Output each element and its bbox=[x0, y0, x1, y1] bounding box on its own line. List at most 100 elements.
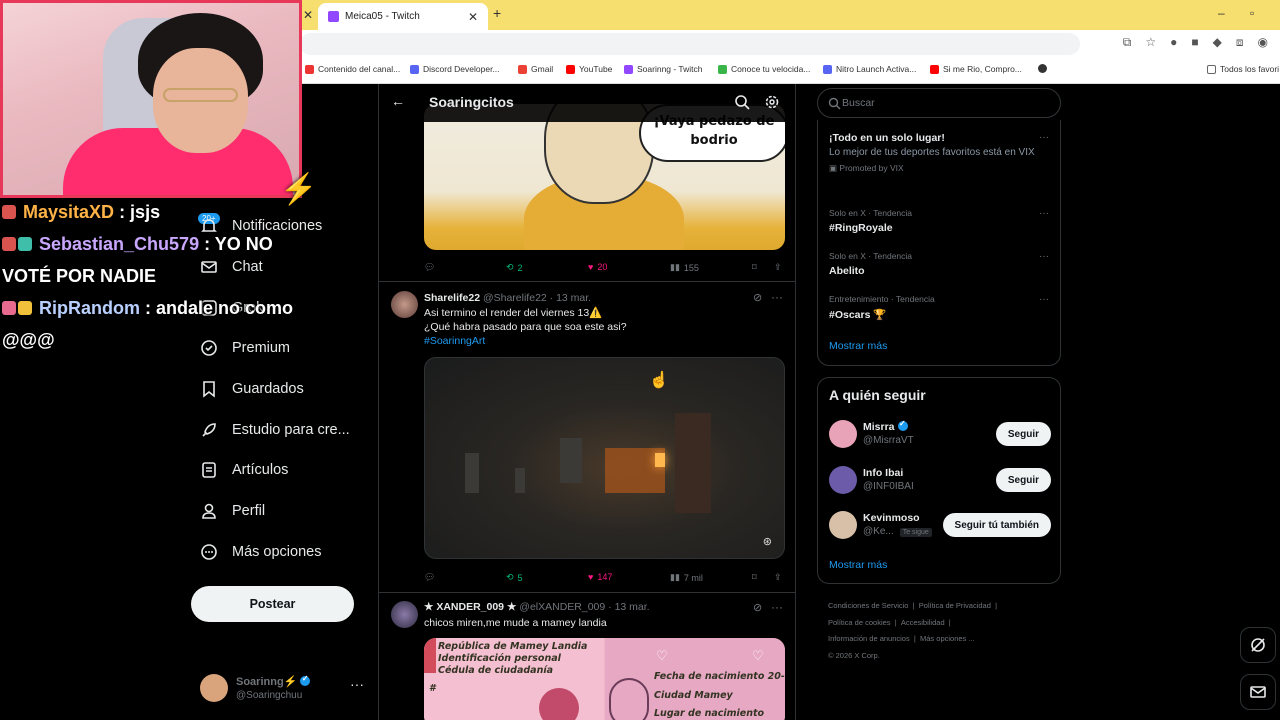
trend-promoted[interactable]: ¡Todo en un solo lugar! Lo mejor de tus … bbox=[829, 132, 1049, 174]
trend-item[interactable]: Entretenimiento · Tendencia #Oscars 🏆 ··… bbox=[829, 294, 1049, 321]
alt-icon[interactable]: ⊛ bbox=[763, 535, 772, 548]
post-author[interactable]: Sharelife22 @Sharelife22 · 13 mar. bbox=[424, 292, 591, 304]
account-switcher[interactable]: Soarinng⚡ @Soaringchuu ··· bbox=[198, 672, 368, 708]
star-icon[interactable]: ☆ bbox=[1145, 35, 1156, 50]
follow-suggestion[interactable]: Kevinmoso @Ke... Te sigue Seguir tú tambi… bbox=[829, 511, 1051, 545]
install-icon[interactable]: ⧉ bbox=[1123, 35, 1132, 50]
more-icon[interactable]: ··· bbox=[771, 600, 783, 614]
card-text: Ciudad Mamey bbox=[654, 690, 733, 701]
footer-link[interactable]: Información de anuncios bbox=[828, 634, 910, 643]
bookmark-item[interactable]: Discord Developer... bbox=[410, 64, 500, 74]
post-actions: 💬︎ ⟲ 5 ♥ 147 ▮▮ 7 mil ⌑ ⇪ bbox=[424, 569, 787, 589]
minimize-button[interactable]: – bbox=[1218, 6, 1225, 20]
tab-close-icon[interactable]: ✕ bbox=[303, 8, 313, 22]
more-icon[interactable]: ··· bbox=[1039, 251, 1049, 262]
retweet-button[interactable]: ⟲ 2 bbox=[506, 262, 523, 273]
more-icon[interactable]: ··· bbox=[350, 676, 364, 692]
follow-suggestion[interactable]: Misrra @MisrraVT Seguir bbox=[829, 419, 1051, 454]
footer-link[interactable]: Política de Privacidad bbox=[919, 601, 991, 610]
trend-item[interactable]: Solo en X · Tendencia Abelito ··· bbox=[829, 251, 1049, 277]
bookmark-item[interactable]: Conoce tu velocida... bbox=[718, 64, 810, 74]
bookmark-item[interactable]: Gmail bbox=[518, 64, 553, 74]
views-count[interactable]: ▮▮ 7 mil bbox=[670, 572, 703, 583]
messages-button[interactable] bbox=[1240, 674, 1276, 710]
search-icon[interactable] bbox=[734, 94, 750, 110]
hashtag-link[interactable]: #SoarinngArt bbox=[424, 334, 485, 348]
chat-message: MaysitaXD : jsjs bbox=[2, 196, 302, 228]
more-icon[interactable]: ··· bbox=[771, 290, 783, 304]
bookmark-icon[interactable]: ⌑ bbox=[752, 572, 757, 583]
avatar[interactable] bbox=[829, 466, 857, 494]
follow-suggestion[interactable]: Info Ibai @INF0IBAI Seguir bbox=[829, 466, 1051, 500]
gear-icon[interactable] bbox=[764, 94, 780, 110]
post-author[interactable]: ★ XANDER_009 ★ @elXANDER_009 · 13 mar. bbox=[424, 601, 650, 613]
more-icon[interactable]: ··· bbox=[1039, 132, 1049, 143]
nav-estudio[interactable]: Estudio para cre... bbox=[200, 415, 350, 445]
back-arrow-icon[interactable]: ← bbox=[391, 93, 405, 109]
search-input[interactable]: Buscar bbox=[817, 88, 1061, 118]
nav-articulos[interactable]: Artículos bbox=[200, 455, 288, 485]
trend-description: Lo mejor de tus deportes favoritos está … bbox=[829, 147, 1035, 158]
chat-username: MaysitaXD bbox=[23, 202, 115, 222]
avatar[interactable] bbox=[391, 291, 418, 318]
post-image[interactable]: ⊛ bbox=[424, 357, 785, 559]
post-image[interactable]: ¡Vaya pedazo de bodrio bbox=[424, 104, 785, 250]
views-count[interactable]: ▮▮ 155 bbox=[670, 262, 699, 273]
retweet-button[interactable]: ⟲ 5 bbox=[506, 572, 523, 583]
avatar[interactable] bbox=[391, 601, 418, 628]
nav-perfil[interactable]: Perfil bbox=[200, 496, 265, 526]
tab-close-icon[interactable]: ✕ bbox=[468, 10, 478, 24]
avatar[interactable] bbox=[829, 511, 857, 539]
url-field[interactable] bbox=[300, 33, 1080, 55]
bookmark-item[interactable]: Si me Rio, Compro... bbox=[930, 64, 1022, 74]
like-button[interactable]: ♥ 20 bbox=[588, 262, 607, 272]
profile-icon[interactable]: ◉ bbox=[1258, 35, 1268, 50]
share-icon[interactable]: ⇪ bbox=[774, 262, 782, 273]
grok-icon[interactable]: ⊘ bbox=[753, 291, 762, 304]
like-button[interactable]: ♥ 147 bbox=[588, 572, 612, 582]
tab-twitch[interactable]: Meica05 - Twitch ✕ bbox=[318, 3, 488, 30]
reply-icon[interactable]: 💬︎ bbox=[424, 262, 435, 273]
reply-icon[interactable]: 💬︎ bbox=[424, 572, 435, 583]
more-icon[interactable]: ··· bbox=[1039, 208, 1049, 219]
follow-back-button[interactable]: Seguir tú también bbox=[942, 513, 1051, 537]
footer-link[interactable]: Más opciones ... bbox=[920, 634, 975, 643]
show-more-link[interactable]: Mostrar más bbox=[829, 559, 887, 571]
maximize-button[interactable]: ▫ bbox=[1250, 6, 1254, 20]
bookmark-item[interactable]: Contenido del canal... bbox=[305, 64, 400, 74]
nav-mas-opciones[interactable]: Más opciones bbox=[200, 537, 321, 567]
trends-panel: ¡Todo en un solo lugar! Lo mejor de tus … bbox=[817, 120, 1061, 366]
extension-icon[interactable]: ● bbox=[1170, 35, 1177, 50]
follow-button[interactable]: Seguir bbox=[995, 468, 1051, 492]
post-button[interactable]: Postear bbox=[191, 586, 354, 622]
new-tab-button[interactable]: + bbox=[493, 5, 501, 21]
puzzle-icon[interactable]: ⧈ bbox=[1236, 35, 1244, 50]
avatar[interactable] bbox=[829, 420, 857, 448]
footer-link[interactable]: Política de cookies bbox=[828, 618, 891, 627]
nav-guardados[interactable]: Guardados bbox=[200, 374, 304, 404]
footer-link[interactable]: Accesibilidad bbox=[901, 618, 945, 627]
bookmark-folder[interactable]: Todos los favori bbox=[1207, 64, 1279, 74]
card-photo bbox=[539, 688, 579, 720]
bookmark-item[interactable]: YouTube bbox=[566, 64, 612, 74]
trend-meta: Entretenimiento · Tendencia bbox=[829, 294, 935, 304]
bookmark-item[interactable]: Soarinng - Twitch bbox=[624, 64, 703, 74]
show-more-link[interactable]: Mostrar más bbox=[829, 340, 887, 352]
bookmark-icon[interactable]: ⌑ bbox=[752, 262, 757, 273]
post-image[interactable]: República de Mamey Landia Identificación… bbox=[424, 638, 785, 720]
bookmark-item[interactable]: Nitro Launch Activa... bbox=[823, 64, 916, 74]
footer-link[interactable]: Condiciones de Servicio bbox=[828, 601, 908, 610]
follow-button[interactable]: Seguir bbox=[995, 422, 1051, 446]
article-icon bbox=[200, 461, 218, 479]
globe-icon[interactable] bbox=[1038, 64, 1051, 73]
trend-item[interactable]: Solo en X · Tendencia #RingRoyale ··· bbox=[829, 208, 1049, 234]
heart-icon: ♡ bbox=[656, 648, 668, 663]
grok-button[interactable] bbox=[1240, 627, 1276, 663]
extension-icon[interactable]: ■ bbox=[1191, 35, 1198, 50]
card-text: Cédula de ciudadanía bbox=[438, 665, 554, 676]
grok-icon[interactable]: ⊘ bbox=[753, 601, 762, 614]
extension-icon[interactable]: ◆ bbox=[1213, 35, 1222, 50]
more-icon[interactable]: ··· bbox=[1039, 294, 1049, 305]
share-icon[interactable]: ⇪ bbox=[774, 572, 782, 583]
nav-label: Artículos bbox=[232, 462, 289, 478]
